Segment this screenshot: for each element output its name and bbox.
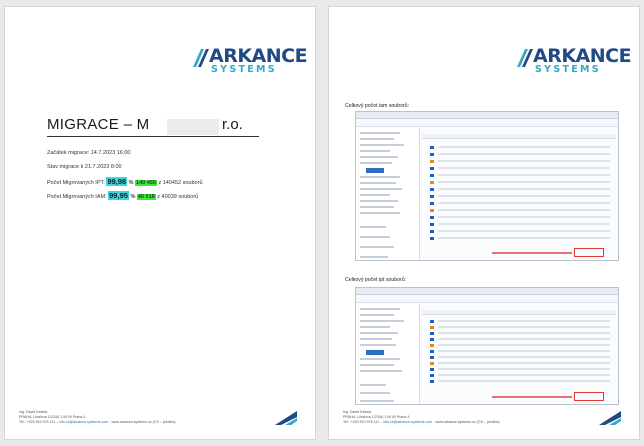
arkance-logo: ARKANCE SYSTEMS xyxy=(515,45,632,79)
footer-contact: Tel.: +420 910 976 111 – info.cz@arkance… xyxy=(19,420,176,425)
screenshot-red-note xyxy=(492,252,572,254)
ipt-migrated-count: 140 450 xyxy=(135,180,157,186)
iam-percent-sign: % xyxy=(130,194,136,200)
screenshot-count-callout xyxy=(574,392,604,401)
arkance-logo: ARKANCE SYSTEMS xyxy=(191,45,308,79)
screenshot-nav-pane xyxy=(356,128,420,260)
vault-screenshot-ipt xyxy=(355,287,619,405)
footer-arrow-icon xyxy=(599,411,621,425)
screenshot-ribbon xyxy=(356,119,618,127)
footer-email-link[interactable]: info.cz@arkance-systems.com xyxy=(383,420,432,424)
caption-iam-files: Celkový počet iam souborů: xyxy=(345,103,410,109)
screenshot-titlebar xyxy=(356,112,618,119)
iam-percent: 99,95 xyxy=(108,191,129,200)
document-page-2: ARKANCE SYSTEMS Celkový počet iam soubor… xyxy=(328,6,640,440)
logo-slashes-icon xyxy=(517,49,533,67)
screenshot-selected-folder xyxy=(366,350,384,355)
iam-total: z 40039 souborů xyxy=(157,194,199,200)
iam-count-line: Počet Migrovaných IAM: 99,95 % 40 018 z … xyxy=(47,191,198,200)
iam-migrated-count: 40 018 xyxy=(136,194,156,200)
ipt-percent: 99,98 xyxy=(106,177,128,186)
screenshot-ribbon xyxy=(356,295,618,303)
screenshot-count-callout xyxy=(574,248,604,257)
migration-title: MIGRACE – M r.o. xyxy=(47,115,259,137)
footer-arrow-icon xyxy=(275,411,297,425)
page-footer: Ing. David Kekela PRAHA, Libalova 1/2348… xyxy=(343,410,500,425)
ipt-percent-sign: % xyxy=(128,180,134,186)
footer-phone: Tel.: +420 910 976 111 – xyxy=(19,420,60,424)
ipt-total: z 140452 souborů xyxy=(158,180,203,186)
redacted-company-name xyxy=(167,119,219,135)
footer-email-link[interactable]: info.cz@arkance-systems.com xyxy=(59,420,108,424)
logo-slashes-icon xyxy=(193,49,209,67)
migration-state-line: Stav migrace k 21.7.2023 8:00 xyxy=(47,164,122,170)
logo-word-systems: SYSTEMS xyxy=(211,64,277,75)
iam-label: Počet Migrovaných IAM: xyxy=(47,194,107,200)
screenshot-titlebar xyxy=(356,288,618,295)
vault-screenshot-iam xyxy=(355,111,619,261)
migration-title-suffix: r.o. xyxy=(222,116,243,133)
migration-start-line: Začátek migrace: 14.7.2023 16:00 xyxy=(47,150,131,156)
footer-contact: Tel.: +420 910 976 111 – info.cz@arkance… xyxy=(343,420,500,425)
logo-word-systems: SYSTEMS xyxy=(535,64,601,75)
ipt-label: Počet Migrovaných IPT: xyxy=(47,180,105,186)
footer-phone: Tel.: +420 910 976 111 – xyxy=(343,420,384,424)
footer-web: · www.arkance-systems.cz (CS – (služba) xyxy=(432,420,500,424)
migration-title-main: MIGRACE – M xyxy=(47,116,150,133)
screenshot-selected-folder xyxy=(366,168,384,173)
screenshot-red-note xyxy=(492,396,572,398)
page-footer: Ing. David Kekela PRAHA, Libalova 1/2348… xyxy=(19,410,176,425)
document-page-1: ARKANCE SYSTEMS MIGRACE – M r.o. Začátek… xyxy=(4,6,316,440)
screenshot-file-grid xyxy=(422,304,616,404)
ipt-count-line: Počet Migrovaných IPT: 99,98 % 140 450 z… xyxy=(47,177,203,186)
caption-ipt-files: Celkový počet ipt souborů: xyxy=(345,277,407,283)
screenshot-file-grid xyxy=(422,128,616,260)
footer-web: · www.arkance-systems.cz (CS – (služba) xyxy=(108,420,176,424)
screenshot-nav-pane xyxy=(356,304,420,404)
